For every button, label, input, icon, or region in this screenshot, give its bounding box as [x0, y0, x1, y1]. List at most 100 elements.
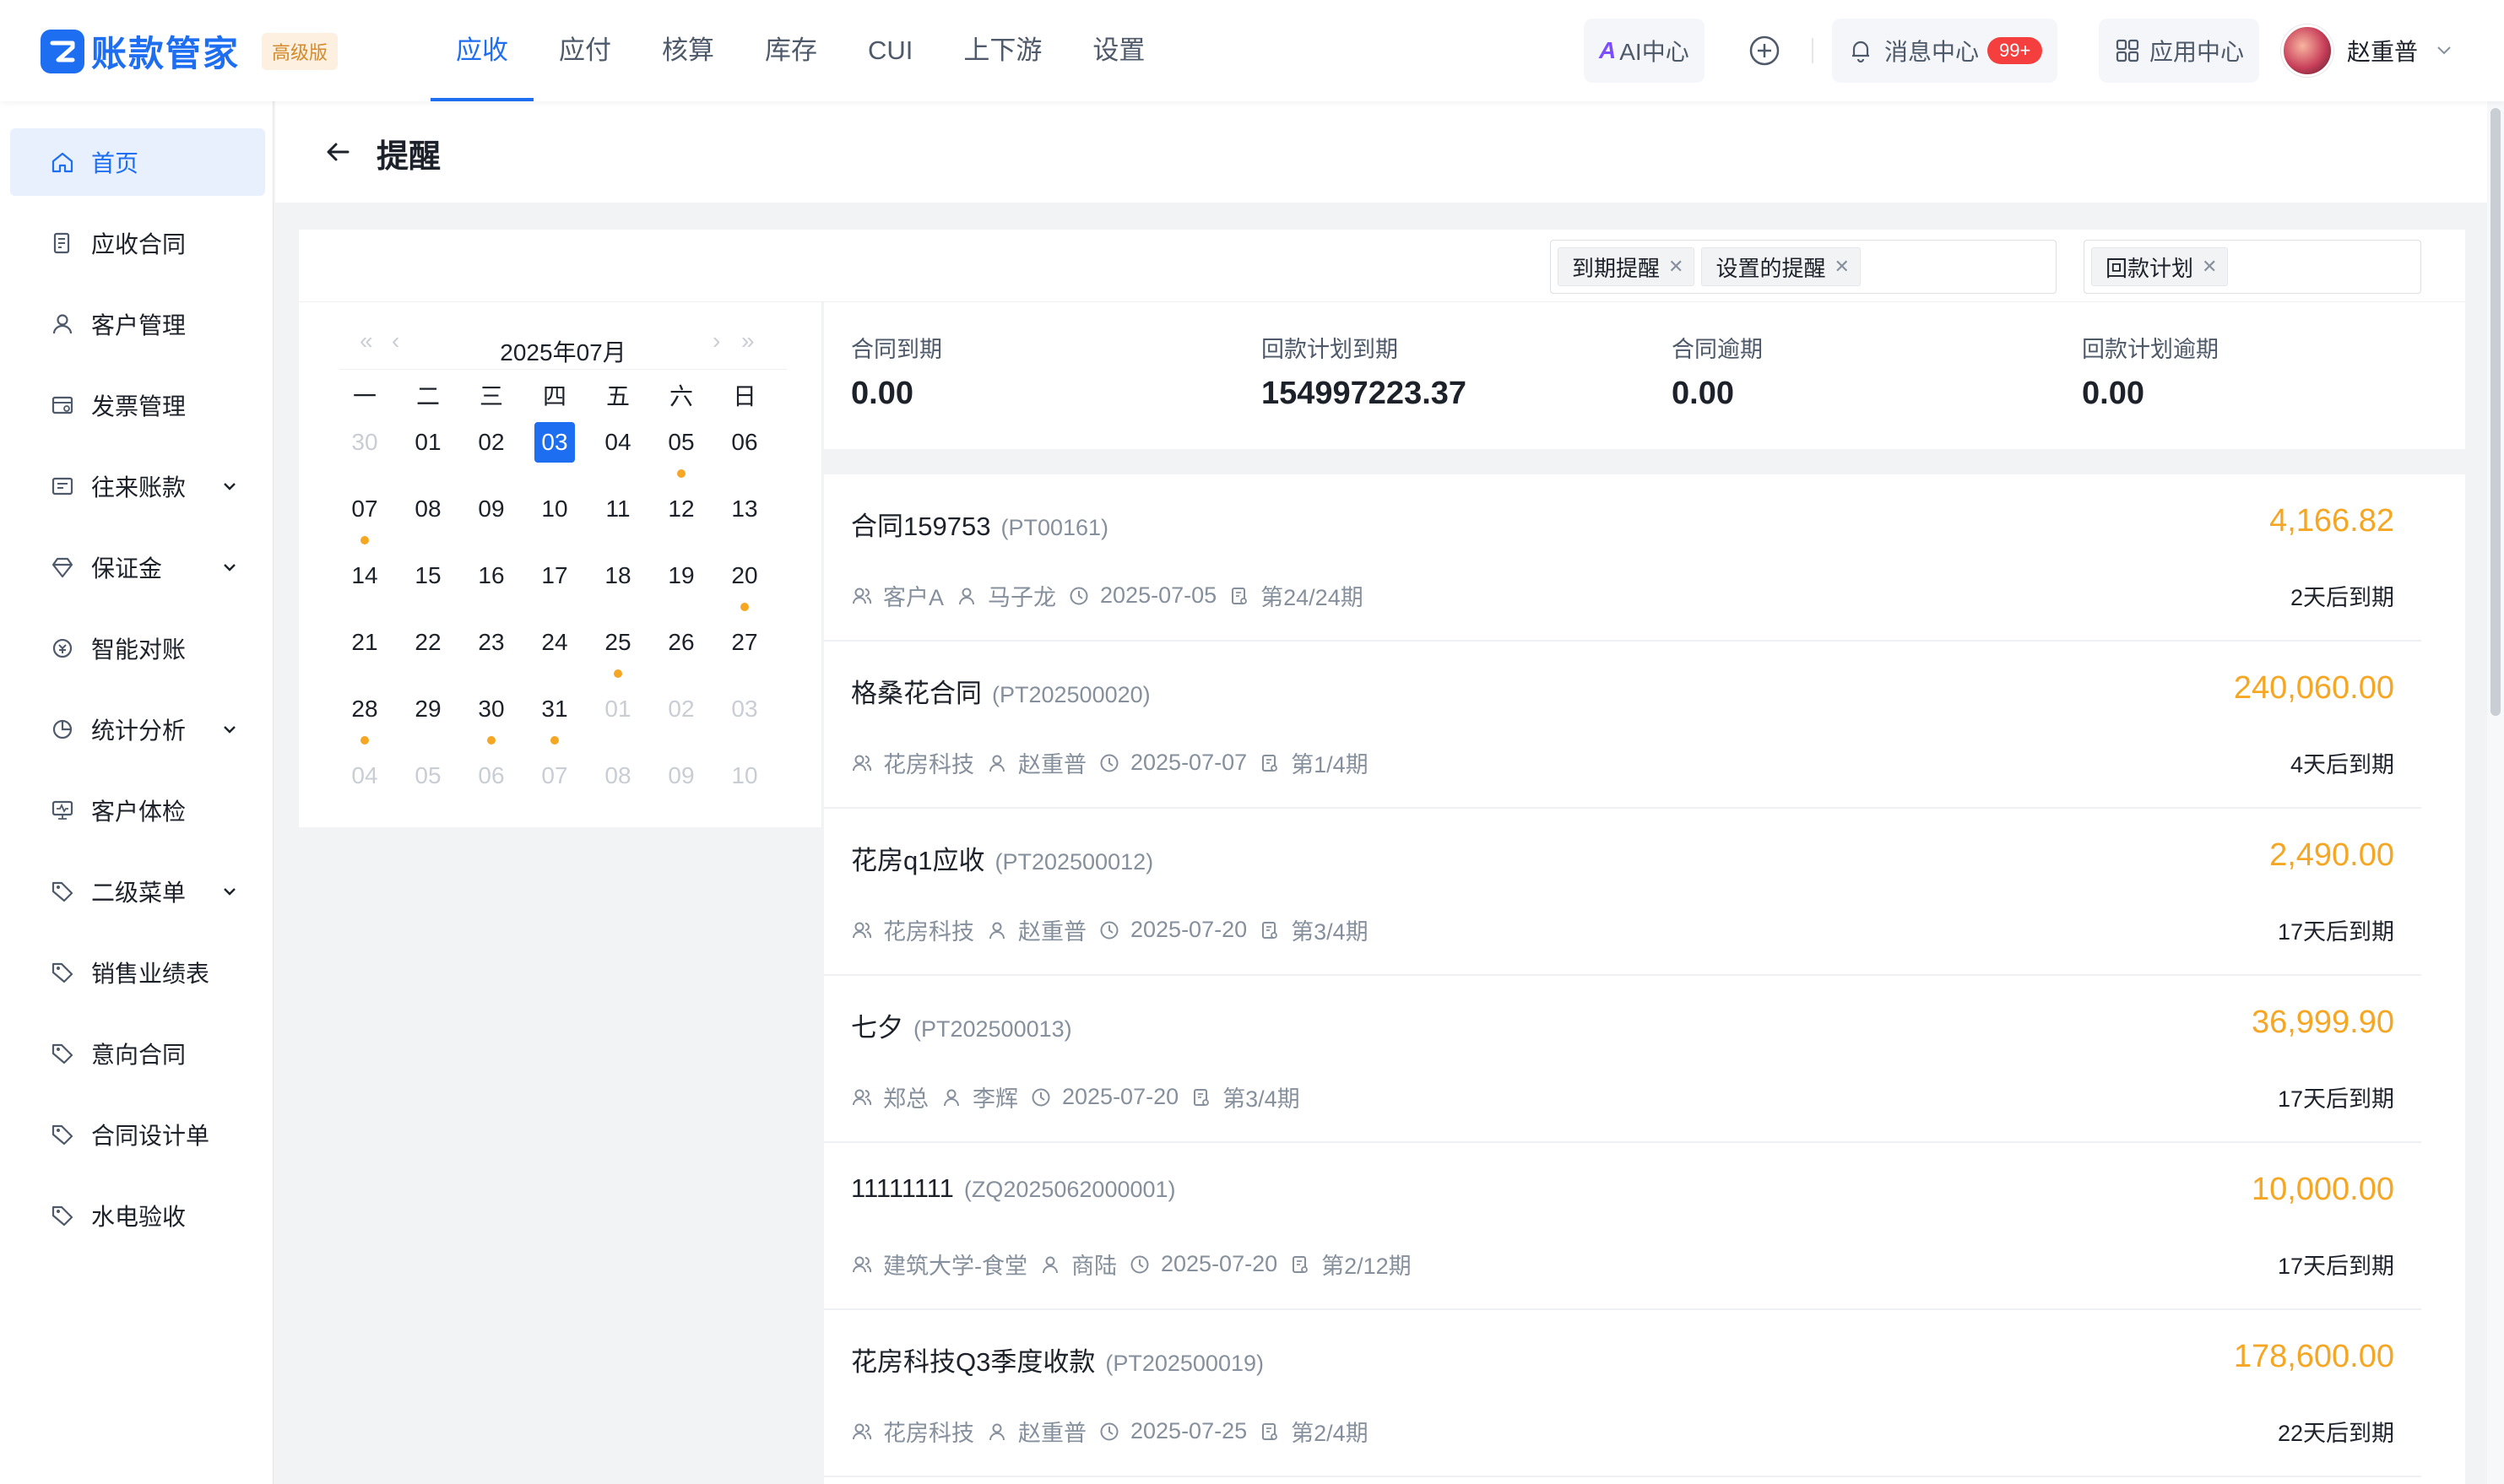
calendar-day[interactable]: 04 [339, 756, 390, 796]
list-item[interactable]: 格桑花合同 (PT202500020) 240,060.00 花房科技 赵重普 2025-… [824, 642, 2421, 809]
calendar-day[interactable]: 02 [466, 422, 517, 463]
calendar-day[interactable]: 11 [593, 489, 643, 529]
calendar-day[interactable]: 01 [403, 422, 453, 463]
sidebar-item-health-check[interactable]: 客户体检 [10, 777, 265, 844]
topnav-accounting[interactable]: 核算 [637, 0, 740, 101]
calendar-day[interactable]: 24 [529, 622, 580, 663]
calendar-day[interactable]: 16 [466, 555, 517, 596]
weekday-label: 五 [605, 383, 630, 409]
sidebar-item-accounts[interactable]: 往来账款 [10, 452, 265, 520]
calendar-day[interactable]: 05 [656, 422, 707, 463]
list-item[interactable]: 11111111 (ZQ2025062000001) 10,000.00 建筑大学-食… [824, 1143, 2421, 1310]
sidebar-item-intent-contracts[interactable]: 意向合同 [10, 1020, 265, 1087]
calendar-day[interactable]: 26 [656, 622, 707, 663]
due-countdown: 4天后到期 [2290, 752, 2394, 777]
sidebar-item-label: 往来账款 [91, 474, 187, 501]
calendar-day[interactable]: 06 [719, 422, 770, 463]
sidebar-item-home[interactable]: 首页 [10, 128, 265, 196]
calendar-day[interactable]: 10 [719, 756, 770, 796]
calendar-day[interactable]: 10 [529, 489, 580, 529]
ai-center-button[interactable]: A AI中心 [1584, 19, 1705, 83]
sidebar-item-customers[interactable]: 客户管理 [10, 290, 265, 358]
calendar-day[interactable]: 08 [593, 756, 643, 796]
sidebar-item-utility-inspection[interactable]: 水电验收 [10, 1182, 265, 1249]
filter-tag[interactable]: 设置的提醒 ✕ [1701, 247, 1861, 286]
calendar-day[interactable]: 30 [339, 422, 390, 463]
next-year-icon[interactable]: » [741, 328, 755, 355]
topnav-payable[interactable]: 应付 [534, 0, 637, 101]
calendar-day[interactable]: 12 [656, 489, 707, 529]
filter-tag[interactable]: 到期提醒 ✕ [1558, 247, 1695, 286]
close-icon[interactable]: ✕ [1668, 256, 1683, 278]
topnav-receivable[interactable]: 应收 [431, 0, 534, 101]
sidebar-item-statistics[interactable]: 统计分析 [10, 696, 265, 763]
calendar-day[interactable]: 30 [466, 689, 517, 729]
user-menu[interactable]: 赵重普 [2281, 19, 2455, 83]
ai-icon: A [1599, 37, 1617, 63]
calendar-day[interactable]: 17 [529, 555, 580, 596]
calendar-day[interactable]: 06 [466, 756, 517, 796]
calendar-day[interactable]: 27 [719, 622, 770, 663]
close-icon[interactable]: ✕ [1834, 256, 1849, 278]
calendar-day[interactable]: 31 [529, 689, 580, 729]
calendar-day[interactable]: 09 [466, 489, 517, 529]
reconcile-icon [49, 635, 76, 662]
calendar-day[interactable]: 14 [339, 555, 390, 596]
sidebar-item-contracts[interactable]: 应收合同 [10, 209, 265, 277]
list-item[interactable]: 七夕 (PT202500013) 36,999.90 郑总 李辉 2025-07-20 第3… [824, 976, 2421, 1143]
calendar-day[interactable]: 07 [339, 489, 390, 529]
calendar-day[interactable]: 25 [593, 622, 643, 663]
calendar-day-selected[interactable]: 03 [529, 422, 580, 463]
topnav-cui[interactable]: CUI [843, 0, 938, 101]
calendar-day[interactable]: 09 [656, 756, 707, 796]
calendar-day[interactable]: 19 [656, 555, 707, 596]
calendar-day[interactable]: 02 [656, 689, 707, 729]
topnav-supply-chain[interactable]: 上下游 [938, 0, 1067, 101]
calendar-day[interactable]: 21 [339, 622, 390, 663]
app-logo[interactable]: 账款管家 高级版 [41, 25, 339, 77]
list-item[interactable]: 花房科技Q3季度收款 (PT202500019) 178,600.00 花房科技 赵重普… [824, 1310, 2421, 1477]
calendar-day[interactable]: 05 [403, 756, 453, 796]
calendar-day[interactable]: 13 [719, 489, 770, 529]
scrollbar-thumb[interactable] [2490, 108, 2501, 716]
add-button[interactable] [1748, 19, 1781, 83]
app-center-button[interactable]: 应用中心 [2099, 19, 2260, 83]
topnav-settings[interactable]: 设置 [1067, 0, 1170, 101]
contract-name: 合同159753 [851, 512, 991, 541]
reminder-type-select[interactable]: 到期提醒 ✕ 设置的提醒 ✕ [1550, 240, 2057, 294]
calendar-day[interactable]: 08 [403, 489, 453, 529]
calendar-day[interactable]: 18 [593, 555, 643, 596]
sidebar-item-reconcile[interactable]: 智能对账 [10, 615, 265, 682]
scrollbar[interactable] [2487, 101, 2504, 1484]
close-icon[interactable]: ✕ [2202, 256, 2217, 278]
list-item[interactable]: 花房q1应收 (PT202500012) 2,490.00 花房科技 赵重普 2025-0… [824, 809, 2421, 976]
sidebar-item-invoices[interactable]: 发票管理 [10, 371, 265, 439]
reminder-dot [614, 669, 622, 678]
calendar-day[interactable]: 04 [593, 422, 643, 463]
next-month-icon[interactable]: › [713, 328, 720, 355]
calendar-day[interactable]: 07 [529, 756, 580, 796]
calendar-day[interactable]: 15 [403, 555, 453, 596]
calendar-day[interactable]: 22 [403, 622, 453, 663]
reminder-amount: 2,490.00 [2269, 837, 2394, 873]
message-center-button[interactable]: 消息中心 99+ [1832, 19, 2058, 83]
arrow-left-icon[interactable] [321, 135, 355, 169]
filter-tag[interactable]: 回款计划 ✕ [2091, 247, 2229, 286]
chevron-down-icon [224, 564, 236, 571]
owner-name: 马子龙 [988, 585, 1057, 610]
sidebar-item-submenu[interactable]: 二级菜单 [10, 858, 265, 925]
plan-type-select[interactable]: 回款计划 ✕ [2084, 240, 2421, 294]
calendar-day[interactable]: 01 [593, 689, 643, 729]
calendar-day[interactable]: 28 [339, 689, 390, 729]
sidebar-item-contract-design[interactable]: 合同设计单 [10, 1101, 265, 1168]
sidebar-item-deposit[interactable]: 保证金 [10, 533, 265, 601]
calendar-day[interactable]: 23 [466, 622, 517, 663]
topnav-inventory[interactable]: 库存 [740, 0, 843, 101]
stat-value: 0.00 [851, 376, 913, 411]
calendar-day[interactable]: 29 [403, 689, 453, 729]
sidebar-item-sales-report[interactable]: 销售业绩表 [10, 939, 265, 1006]
calendar-day[interactable]: 20 [719, 555, 770, 596]
list-item[interactable]: 合同159753 (PT00161) 4,166.82 客户A 马子龙 2025-07-0… [824, 474, 2421, 642]
calendar-day[interactable]: 03 [719, 689, 770, 729]
owner-name: 赵重普 [1018, 752, 1087, 777]
